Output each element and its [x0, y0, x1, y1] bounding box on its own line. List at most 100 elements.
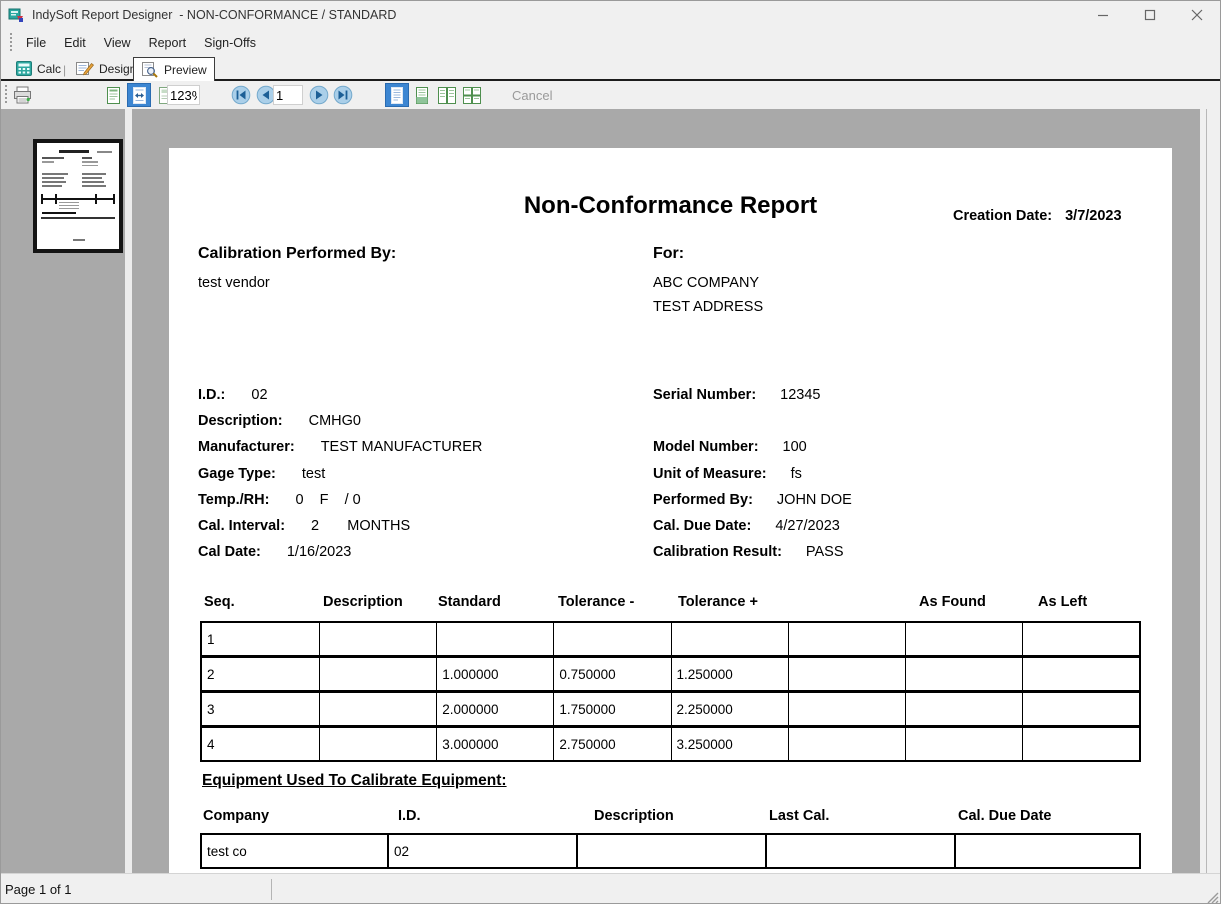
thumbnail-text-mark — [42, 161, 54, 163]
field-value: PASS — [806, 544, 844, 560]
field-label: Gage Type: — [198, 466, 276, 482]
table-cell — [905, 693, 1022, 725]
menu-sign-offs[interactable]: Sign-Offs — [195, 32, 265, 54]
thumbnail-text-mark — [42, 173, 68, 175]
panel-divider[interactable] — [125, 109, 132, 873]
detail-fields: I.D.:02 Serial Number:12345 Description:… — [198, 382, 1148, 565]
thumbnail-section-mark — [42, 212, 76, 214]
zoom-page-width-icon — [131, 87, 148, 104]
table-row: 1 — [200, 621, 1141, 657]
thumbnail-text-mark — [82, 181, 104, 183]
next-page-icon — [309, 85, 329, 105]
two-pages-view-button[interactable] — [435, 83, 459, 107]
table-cell: 2 — [202, 658, 319, 690]
creation-date-value: 3/7/2023 — [1065, 208, 1121, 224]
first-page-button[interactable] — [229, 83, 253, 107]
column-header: As Found — [919, 594, 986, 610]
zoom-fit-page-icon — [106, 87, 121, 104]
field-label: Manufacturer: — [198, 439, 295, 455]
thumbnail-date-mark — [97, 151, 112, 153]
print-button[interactable] — [10, 83, 34, 107]
first-page-icon — [231, 85, 251, 105]
tab-calc[interactable]: Calc — [9, 58, 68, 79]
continuous-page-view-button[interactable] — [410, 83, 434, 107]
menu-view[interactable]: View — [95, 32, 140, 54]
performed-by-value: test vendor — [198, 275, 270, 291]
continuous-page-icon — [415, 87, 429, 104]
cancel-button[interactable]: Cancel — [512, 88, 552, 103]
table-cell — [788, 693, 905, 725]
table-cell — [765, 835, 954, 867]
for-company: ABC COMPANY — [653, 275, 759, 291]
last-page-icon — [333, 85, 353, 105]
design-icon — [76, 61, 94, 76]
detail-row: Cal Date:1/16/2023 Calibration Result:PA… — [198, 539, 1148, 565]
close-button[interactable] — [1173, 1, 1220, 29]
field-value: 2 MONTHS — [311, 518, 410, 534]
table-cell — [905, 658, 1022, 690]
detail-row: Temp./RH:0 F / 0 Performed By:JOHN DOE — [198, 487, 1148, 513]
page-info: Page 1 of 1 — [5, 882, 72, 897]
zoom-page-width-button[interactable] — [127, 83, 151, 107]
page-number-input[interactable] — [273, 85, 303, 105]
thumbnail-text-mark — [82, 173, 106, 175]
detail-row: Cal. Interval:2 MONTHS Cal. Due Date:4/2… — [198, 513, 1148, 539]
field-label: Temp./RH: — [198, 492, 269, 508]
creation-date-label: Creation Date: — [953, 208, 1052, 224]
zoom-level-input[interactable] — [167, 85, 200, 105]
zoom-fit-page-button[interactable] — [101, 83, 125, 107]
table-cell — [1022, 623, 1139, 655]
tab-design-label: Design — [99, 62, 136, 76]
for-address: TEST ADDRESS — [653, 299, 763, 315]
detail-row: Manufacturer:TEST MANUFACTURER Model Num… — [198, 434, 1148, 460]
field-value: TEST MANUFACTURER — [321, 439, 483, 455]
vertical-scrollbar[interactable] — [1200, 109, 1221, 873]
table-cell — [319, 693, 436, 725]
table-cell — [788, 728, 905, 760]
maximize-button[interactable] — [1126, 1, 1173, 29]
menubar-drag-handle[interactable] — [9, 33, 13, 53]
field-label: Performed By: — [653, 492, 753, 508]
table-cell — [576, 835, 765, 867]
detail-row: I.D.:02 Serial Number:12345 — [198, 382, 1148, 408]
tab-preview[interactable]: Preview — [133, 57, 215, 81]
thumbnail-text-mark — [82, 157, 92, 159]
maximize-icon — [1144, 9, 1156, 21]
table-cell: 3 — [202, 693, 319, 725]
table-cell: 1.000000 — [436, 658, 553, 690]
last-page-button[interactable] — [331, 83, 355, 107]
page-thumbnail[interactable] — [33, 139, 123, 253]
resize-grip[interactable] — [1205, 890, 1219, 904]
tab-preview-label: Preview — [164, 63, 207, 77]
toolbar-drag-handle[interactable] — [4, 85, 8, 105]
thumbnail-table-mark — [59, 208, 79, 209]
column-header: Seq. — [204, 594, 235, 610]
field-value: 4/27/2023 — [775, 518, 840, 534]
printer-icon — [12, 86, 33, 105]
field-value: JOHN DOE — [777, 492, 852, 508]
menu-file[interactable]: File — [17, 32, 55, 54]
table-cell — [788, 658, 905, 690]
column-header: I.D. — [398, 808, 421, 824]
status-bar: Page 1 of 1 — [1, 873, 1220, 904]
table-cell — [1022, 658, 1139, 690]
menu-report[interactable]: Report — [140, 32, 196, 54]
status-divider — [271, 879, 272, 900]
table-cell: 2.250000 — [671, 693, 788, 725]
field-label: Description: — [198, 413, 283, 429]
next-page-button[interactable] — [307, 83, 331, 107]
minimize-button[interactable] — [1079, 1, 1126, 29]
table-cell — [954, 835, 1143, 867]
field-value: 12345 — [780, 387, 820, 403]
measurement-table: 1 2 1.000000 0.750000 1.25 — [200, 621, 1141, 762]
four-pages-view-button[interactable] — [460, 83, 484, 107]
detail-row: Gage Type:test Unit of Measure:fs — [198, 461, 1148, 487]
menu-edit[interactable]: Edit — [55, 32, 95, 54]
thumbnail-panel — [1, 109, 125, 873]
single-page-view-button[interactable] — [385, 83, 409, 107]
column-header: Tolerance - — [558, 594, 634, 610]
column-header: Standard — [438, 594, 501, 610]
performed-by-heading: Calibration Performed By: — [198, 245, 396, 263]
thumbnail-table-mark — [41, 198, 115, 200]
report-page: Non-Conformance Report Creation Date:3/7… — [169, 148, 1172, 873]
